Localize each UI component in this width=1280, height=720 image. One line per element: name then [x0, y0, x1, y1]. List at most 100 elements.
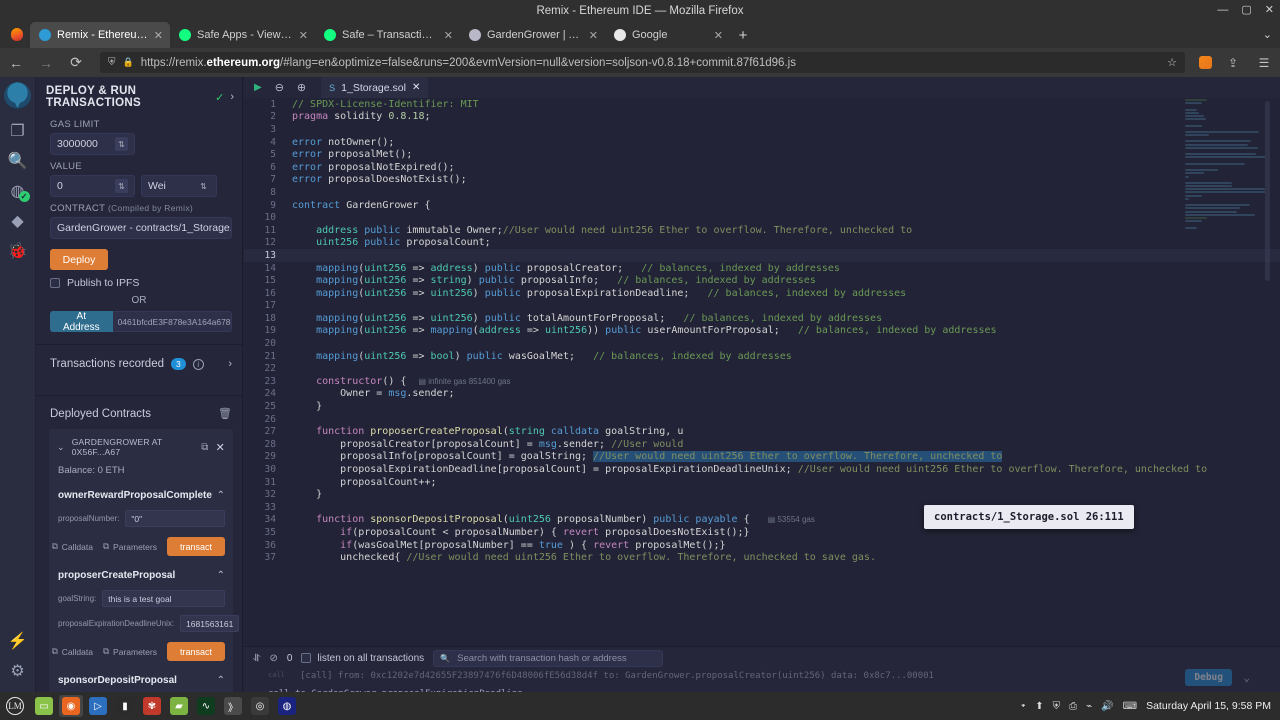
printer-icon[interactable]: ⎙	[1069, 701, 1077, 712]
param-input[interactable]: this is a test goal	[102, 590, 225, 607]
clock[interactable]: Saturday April 15, 9:58 PM	[1146, 700, 1271, 712]
bookmark-star-icon[interactable]: ☆	[1167, 56, 1177, 69]
deployed-contract-header[interactable]: ⌄ GARDENGROWER AT 0X56F...A67 ⧉ ✕	[49, 429, 233, 465]
tab-close-icon[interactable]: ✕	[714, 29, 723, 42]
code-line[interactable]: 24 Owner = msg.sender;	[244, 388, 1280, 401]
code-line[interactable]: 37 unchecked{ //User would need uint256 …	[244, 551, 1280, 564]
code-line[interactable]: 4 error notOwner();	[244, 136, 1280, 149]
code-line[interactable]: 22	[244, 362, 1280, 375]
code-line[interactable]: 10	[244, 211, 1280, 224]
editor-scrollbar-thumb[interactable]	[1265, 101, 1270, 281]
calldata-button[interactable]: ⧉ Calldata	[52, 541, 93, 552]
firefox-app[interactable]: ◉	[59, 695, 83, 717]
updates-icon[interactable]: ⬆	[1035, 701, 1043, 712]
code-line[interactable]: 15 mapping(uint256 => string) public pro…	[244, 274, 1280, 287]
tab-close-icon[interactable]: ✕	[154, 29, 163, 42]
metamask-extension-icon[interactable]	[1199, 56, 1212, 69]
function-header[interactable]: proposerCreateProposal ⌃	[49, 565, 233, 586]
system-monitor-app[interactable]: ∿	[194, 695, 218, 717]
code-line[interactable]: 19 mapping(uint256 => mapping(address =>…	[244, 325, 1280, 338]
back-button[interactable]: ←	[6, 55, 26, 71]
publish-ipfs-checkbox[interactable]	[50, 278, 60, 288]
code-line[interactable]: 31 proposalCount++;	[244, 476, 1280, 489]
chevron-up-icon[interactable]: ⌃	[217, 675, 225, 686]
code-line[interactable]: 17	[244, 300, 1280, 313]
at-address-input[interactable]: 0461bfcdE3F878e3A164a6788	[112, 311, 232, 332]
code-line[interactable]: 32 }	[244, 488, 1280, 501]
terminal-search-input[interactable]: 🔍 Search with transaction hash or addres…	[433, 649, 664, 667]
calldata-button[interactable]: ⧉ Calldata	[52, 646, 93, 657]
code-line[interactable]: 8	[244, 186, 1280, 199]
code-line[interactable]: 26	[244, 413, 1280, 426]
solidity-compiler-icon[interactable]: ◍ ✓	[5, 176, 31, 206]
terminal-app[interactable]: ▮	[113, 695, 137, 717]
code-line[interactable]: 9 contract GardenGrower {	[244, 199, 1280, 212]
code-line[interactable]: 29 proposalInfo[proposalCount] = goalStr…	[244, 451, 1280, 464]
terminal-collapse-icon[interactable]: ⥯	[253, 653, 260, 664]
vlc-media-app[interactable]: ▷	[86, 695, 110, 717]
search-icon[interactable]: 🔍	[5, 146, 31, 176]
url-bar[interactable]: ⛨ 🔒 https://remix.ethereum.org/#lang=en&…	[100, 52, 1185, 73]
terminal-clear-icon[interactable]: ⊘	[269, 653, 277, 664]
tab-list-chevron-icon[interactable]: ⌄	[1263, 28, 1272, 41]
transact-button[interactable]: transact	[166, 537, 225, 556]
gas-limit-input[interactable]: 3000000 ⇅	[50, 133, 135, 155]
code-line[interactable]: 13	[244, 249, 1280, 262]
volume-icon[interactable]: 🔊	[1101, 701, 1113, 712]
window-minimize-button[interactable]: —	[1217, 5, 1228, 16]
chevron-up-icon[interactable]: ⌃	[217, 570, 225, 581]
bluetooth-icon[interactable]: ᛭	[1020, 701, 1026, 712]
code-line[interactable]: 23 constructor() { ▤ infinite gas 851400…	[244, 375, 1280, 388]
code-line[interactable]: 21 mapping(uint256 => bool) public wasGo…	[244, 350, 1280, 363]
publish-ipfs-row[interactable]: Publish to IPFS	[36, 270, 242, 289]
value-input[interactable]: 0 ⇅	[50, 175, 135, 197]
gas-limit-stepper-icon[interactable]: ⇅	[115, 137, 128, 151]
forward-button[interactable]: →	[36, 55, 56, 71]
browser-tab-1[interactable]: Safe Apps - Viewer - Transac ✕	[170, 22, 315, 48]
run-script-icon[interactable]: ▶	[254, 82, 262, 93]
code-line[interactable]: 3	[244, 123, 1280, 136]
chevron-down-icon[interactable]: ⌄	[57, 442, 65, 453]
new-tab-button[interactable]: +	[730, 22, 756, 48]
debugger-icon[interactable]: 🐞	[5, 236, 31, 266]
file-explorer-icon[interactable]: ❐	[5, 116, 31, 146]
window-maximize-button[interactable]: ▢	[1241, 5, 1251, 16]
window-close-button[interactable]: ✕	[1265, 5, 1274, 16]
at-address-button[interactable]: At Address	[50, 311, 113, 333]
info-icon[interactable]: i	[192, 358, 204, 370]
code-line[interactable]: 36 if(wasGoalMet[proposalNumber] == true…	[244, 539, 1280, 552]
network-icon[interactable]: ⌁	[1086, 701, 1092, 712]
keyboard-icon[interactable]: ⌨	[1123, 701, 1137, 712]
settings-app[interactable]: ◎	[248, 695, 272, 717]
editor-tab-1-storage-sol[interactable]: S 1_Storage.sol ✕	[321, 77, 429, 98]
browser-tab-0[interactable]: Remix - Ethereum IDE ✕	[30, 22, 170, 48]
tab-close-icon[interactable]: ✕	[299, 29, 308, 42]
start-menu-button[interactable]: LM	[0, 692, 30, 720]
editor-minimap[interactable]	[1182, 99, 1270, 644]
close-icon[interactable]: ✕	[216, 441, 225, 454]
listen-checkbox[interactable]	[301, 653, 312, 663]
code-line[interactable]: 14 mapping(uint256 => address) public pr…	[244, 262, 1280, 275]
video-editor-app[interactable]: 》	[221, 695, 245, 717]
remix-app[interactable]: ◍	[275, 695, 299, 717]
zoom-in-icon[interactable]: ⊕	[297, 81, 306, 94]
parameters-button[interactable]: ⧉ Parameters	[103, 646, 157, 657]
function-header[interactable]: ownerRewardProposalComplete ⌃	[49, 485, 233, 506]
code-line[interactable]: 1 // SPDX-License-Identifier: MIT	[244, 98, 1280, 111]
code-line[interactable]: 30 proposalExpirationDeadline[proposalCo…	[244, 463, 1280, 476]
settings-icon[interactable]: ⚙	[5, 656, 31, 686]
file-manager-app[interactable]: ▰	[167, 695, 191, 717]
transact-button[interactable]: transact	[166, 642, 225, 661]
parameters-button[interactable]: ⧉ Parameters	[103, 541, 157, 552]
zoom-out-icon[interactable]: ⊖	[275, 81, 284, 94]
code-line[interactable]: 20	[244, 337, 1280, 350]
browser-menu-icon[interactable]: ☰	[1254, 56, 1274, 70]
panel-collapse-arrow-icon[interactable]: ›	[230, 91, 234, 103]
reload-button[interactable]: ⟳	[66, 54, 86, 71]
param-input[interactable]: 1681563161	[180, 615, 240, 632]
tab-close-icon[interactable]: ✕	[589, 29, 598, 42]
value-unit-chevron-icon[interactable]: ⇅	[197, 179, 210, 193]
param-input[interactable]: "0"	[125, 510, 225, 527]
files-app[interactable]: ▭	[32, 695, 56, 717]
code-line[interactable]: 28 proposalCreator[proposalCount] = msg.…	[244, 438, 1280, 451]
